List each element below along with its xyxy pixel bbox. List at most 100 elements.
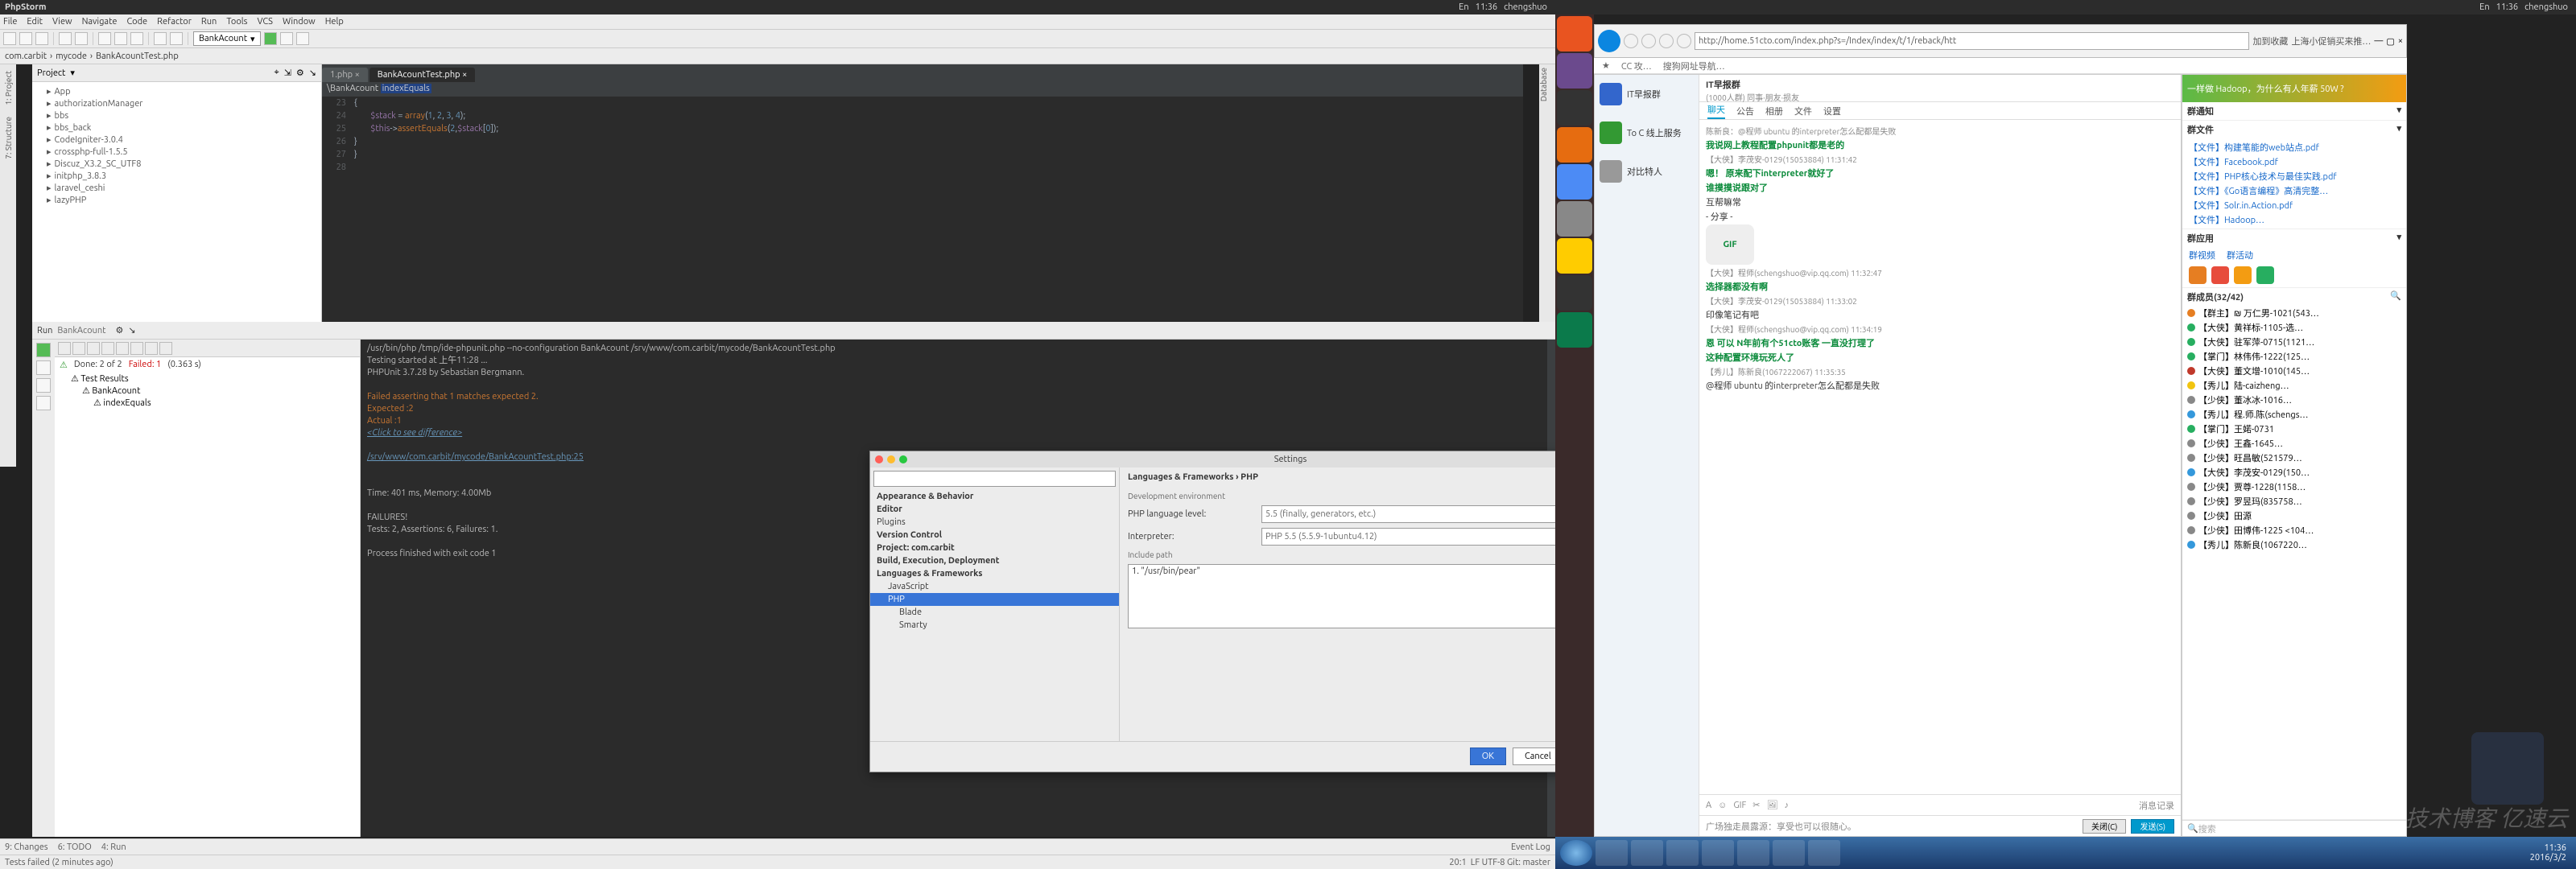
export-icon[interactable]: [159, 342, 172, 355]
launcher-settings-icon[interactable]: [1557, 275, 1592, 311]
conv-item[interactable]: To C 线上服务: [1595, 118, 1699, 147]
member-item[interactable]: 【少侠】田博伟-1225 <104…: [2182, 523, 2406, 537]
maximize-icon[interactable]: ▢: [2386, 36, 2394, 47]
file-link[interactable]: 【文件】PHP核心技术与最佳实践.pdf: [2189, 169, 2400, 183]
close-button[interactable]: 关闭(C): [2083, 819, 2126, 834]
run-icon[interactable]: [264, 32, 277, 45]
app-icon[interactable]: [2211, 266, 2229, 284]
next-fail-icon[interactable]: [145, 342, 158, 355]
tab-chat[interactable]: 聊天: [1707, 103, 1725, 119]
menu-help[interactable]: Help: [325, 17, 344, 27]
member-item[interactable]: 【少侠】贾尊-1228(1158…: [2182, 480, 2406, 494]
launcher-firefox-icon[interactable]: [1557, 127, 1592, 163]
nav-php[interactable]: PHP: [870, 593, 1119, 606]
open-icon[interactable]: [3, 32, 16, 45]
floating-avatar[interactable]: [2471, 732, 2544, 805]
tree-item[interactable]: ▸ initphp_3.8.3: [32, 170, 321, 182]
editor-tab[interactable]: 1.php ×: [322, 68, 368, 82]
app-video[interactable]: 群视频: [2189, 249, 2215, 262]
filter-ignored-icon[interactable]: [72, 342, 85, 355]
tab-announce[interactable]: 公告: [1736, 105, 1754, 117]
image-icon[interactable]: 🖼: [1767, 800, 1778, 810]
tree-item[interactable]: ▸ laravel_ceshi: [32, 182, 321, 194]
menu-code[interactable]: Code: [126, 17, 147, 27]
back-icon[interactable]: [154, 32, 167, 45]
debug-icon[interactable]: [280, 32, 293, 45]
launcher-files-icon[interactable]: [1557, 53, 1592, 89]
expand-icon[interactable]: [101, 342, 114, 355]
tab-project[interactable]: 1: Project: [4, 68, 13, 109]
chat-scroller[interactable]: 陈新良：@程师 ubuntu 的interpreter怎么配都是失败我说网上教程…: [1699, 120, 2181, 794]
file-link[interactable]: 【文件】Hadoop…: [2189, 212, 2400, 227]
minimize-icon[interactable]: [887, 455, 895, 463]
event-log[interactable]: Event Log: [1511, 842, 1550, 852]
menu-file[interactable]: File: [3, 17, 17, 27]
tree-item[interactable]: ▸ App: [32, 85, 321, 97]
tray-clock[interactable]: 11:362016/3/2: [2530, 843, 2571, 863]
lang-indicator[interactable]: En: [2479, 2, 2489, 12]
menu-view[interactable]: View: [52, 17, 72, 27]
home-icon[interactable]: [1677, 34, 1691, 48]
git-branch[interactable]: Git: master: [1507, 858, 1550, 867]
task-qq-icon[interactable]: [1666, 840, 1699, 866]
task-app-icon[interactable]: [1737, 840, 1769, 866]
tab-item[interactable]: 搜狗网址导航…: [1663, 60, 1725, 72]
tab-files[interactable]: 文件: [1794, 105, 1812, 117]
diff-link[interactable]: <Click to see difference>: [367, 427, 1549, 439]
panel-apps[interactable]: 群应用▾: [2182, 229, 2406, 247]
launcher-app-icon[interactable]: [1557, 312, 1592, 348]
stop-icon[interactable]: [36, 360, 51, 375]
tree-item[interactable]: ▸ crossphp-full-1.5.5: [32, 146, 321, 158]
panel-notice[interactable]: 群通知▾: [2182, 102, 2406, 120]
crumb-dir[interactable]: mycode: [56, 51, 87, 61]
hide-icon[interactable]: ↘: [309, 68, 316, 78]
send-button[interactable]: 发送(S): [2131, 819, 2174, 834]
crumb-file[interactable]: BankAcountTest.php: [96, 51, 179, 61]
reload-icon[interactable]: [1659, 34, 1674, 48]
launcher-terminal-icon[interactable]: [1557, 90, 1592, 126]
run-config-select[interactable]: BankAcount▾: [193, 31, 261, 46]
close-icon[interactable]: ×: [2398, 36, 2403, 46]
bookmark-item[interactable]: 上海小促销买来推…: [2291, 35, 2371, 47]
launcher-chrome-icon[interactable]: [1557, 164, 1592, 200]
nav-build[interactable]: Build, Execution, Deployment: [870, 554, 1119, 567]
paste-icon[interactable]: [130, 32, 143, 45]
emoji-icon[interactable]: ☺: [1718, 801, 1727, 810]
panel-files[interactable]: 群文件▾: [2182, 121, 2406, 138]
member-item[interactable]: 【掌门】王婼-0731: [2182, 422, 2406, 436]
collapse-icon[interactable]: [116, 342, 129, 355]
gear-icon[interactable]: ⚙: [296, 68, 304, 78]
rerun-icon[interactable]: [36, 343, 51, 357]
member-item[interactable]: 【大侠】驻军萍-0715(1121…: [2182, 335, 2406, 349]
add-fav[interactable]: 加到收藏: [2252, 35, 2288, 47]
menu-run[interactable]: Run: [201, 17, 217, 27]
member-item[interactable]: 【大侠】董文增-1010(145…: [2182, 364, 2406, 378]
test-node[interactable]: ⚠ BankAcount: [55, 385, 360, 397]
member-item[interactable]: 【少侠】王鑫-1645…: [2182, 436, 2406, 451]
nav-vcs[interactable]: Version Control: [870, 529, 1119, 542]
screenshot-icon[interactable]: ✂: [1752, 800, 1760, 810]
close-icon[interactable]: [36, 396, 51, 410]
nav-plugins[interactable]: Plugins: [870, 516, 1119, 529]
code-area[interactable]: { $stack = array(1, 2, 3, 4); $this->ass…: [354, 97, 498, 161]
nav-langs[interactable]: Languages & Frameworks: [870, 567, 1119, 580]
member-item[interactable]: 【秀儿】陆-caizheng…: [2182, 378, 2406, 393]
file-link[interactable]: 【文件】《Go语言编程》高清完整…: [2189, 183, 2400, 198]
task-app-icon[interactable]: [1808, 840, 1840, 866]
task-app-icon[interactable]: [1773, 840, 1805, 866]
menu-navigate[interactable]: Navigate: [82, 17, 118, 27]
menu-vcs[interactable]: VCS: [257, 17, 273, 27]
file-link[interactable]: 【文件】Facebook.pdf: [2189, 154, 2400, 169]
lang-indicator[interactable]: En: [1459, 2, 1468, 12]
tree-item[interactable]: ▸ bbs_back: [32, 121, 321, 134]
filter-passed-icon[interactable]: [58, 342, 71, 355]
member-item[interactable]: 【少侠】田源: [2182, 509, 2406, 523]
conv-item[interactable]: IT早报群: [1595, 80, 1699, 109]
editor-tab-active[interactable]: BankAcountTest.php ×: [369, 68, 476, 82]
member-item[interactable]: 【少侠】罗昱玛(835758…: [2182, 494, 2406, 509]
crumb-project[interactable]: com.carbit: [5, 51, 47, 61]
tab-database[interactable]: Database: [1539, 64, 1548, 105]
task-explorer-icon[interactable]: [1596, 840, 1628, 866]
pin-icon[interactable]: [36, 378, 51, 393]
tree-item[interactable]: ▸ Discuz_X3.2_SC_UTF8: [32, 158, 321, 170]
